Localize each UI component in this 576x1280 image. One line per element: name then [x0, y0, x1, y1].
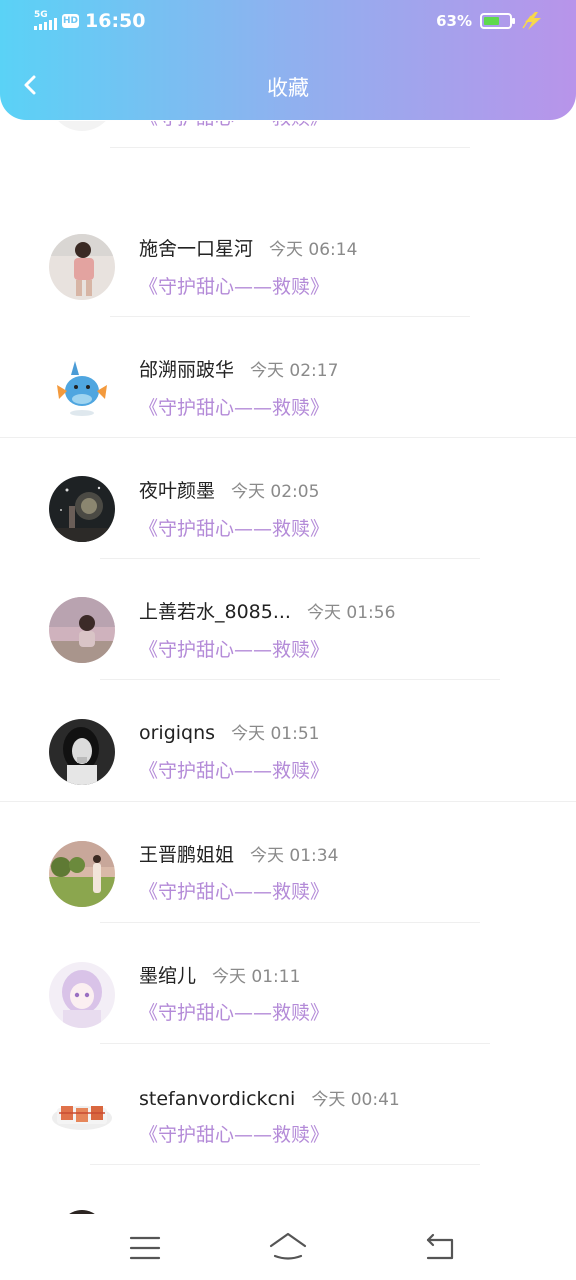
favorites-screen: 5G HD 16:50 63% 收藏 施舍一口星河 今天 06:14 《守护甜心…	[0, 0, 576, 1280]
user-name: 墨绾儿	[139, 965, 197, 987]
bottom-navigation	[0, 1214, 576, 1280]
clock: 16:50	[85, 10, 146, 32]
timestamp: 今天 02:17	[250, 361, 339, 381]
post-link[interactable]: 《守护甜心——救赎》	[139, 393, 329, 420]
avatar	[49, 234, 115, 300]
divider	[0, 801, 576, 802]
avatar	[49, 355, 115, 421]
list-item[interactable]: 夜叶颜墨 今天 02:05 《守护甜心——救赎》	[0, 447, 576, 568]
timestamp: 今天 02:05	[231, 482, 320, 502]
menu-icon	[129, 1236, 161, 1260]
battery-icon	[480, 13, 515, 29]
divider	[0, 437, 576, 438]
list-item[interactable]: 上善若水_8085... 今天 01:56 《守护甜心——救赎》	[0, 568, 576, 689]
user-name: origiqns	[139, 722, 216, 744]
list-item[interactable]: 施舍一口星河 今天 06:14 《守护甜心——救赎》	[0, 205, 576, 326]
avatar	[49, 719, 115, 785]
avatar	[49, 597, 115, 663]
user-name: 王晋鹏姐姐	[139, 844, 235, 866]
divider	[100, 558, 480, 559]
avatar	[49, 121, 115, 131]
back-icon	[426, 1233, 454, 1260]
timestamp: 今天 01:34	[250, 846, 339, 866]
timestamp: 今天 01:51	[231, 724, 320, 744]
post-link[interactable]: 《守护甜心——救赎》	[139, 1120, 329, 1147]
home-icon	[269, 1232, 307, 1260]
post-link[interactable]: 《守护甜心——救赎》	[139, 272, 329, 299]
post-link[interactable]: 《守护甜心——救赎》	[139, 998, 329, 1025]
avatar	[49, 1206, 115, 1214]
signal-icon: 5G	[34, 10, 60, 32]
divider	[100, 679, 500, 680]
timestamp: 今天 06:14	[269, 240, 358, 260]
divider	[90, 1164, 480, 1165]
battery-percent: 63%	[436, 12, 472, 30]
divider	[110, 316, 470, 317]
list-item[interactable]: 王晋鹏姐姐 今天 01:34 《守护甜心——救赎》	[0, 811, 576, 932]
nav-bar: 收藏	[0, 58, 576, 114]
timestamp: 今天 01:56	[306, 603, 396, 623]
avatar	[49, 962, 115, 1028]
header: 5G HD 16:50 63% 收藏	[0, 0, 576, 120]
menu-button[interactable]	[125, 1228, 165, 1264]
divider	[100, 1043, 490, 1044]
list-item[interactable]: stefanvordickcni 今天 00:41 《守护甜心——救赎》	[0, 1053, 576, 1174]
user-name: 上善若水_8085...	[139, 601, 291, 623]
divider	[100, 922, 480, 923]
user-name: 夜叶颜墨	[139, 480, 216, 502]
battery-level	[484, 17, 500, 25]
user-name: 邰溯丽跛华	[139, 359, 235, 381]
timestamp: 今天 00:41	[311, 1090, 400, 1110]
user-name: 施舍一口星河	[139, 238, 254, 260]
back-nav-button[interactable]	[420, 1228, 460, 1264]
user-name: stefanvordickcni	[139, 1088, 296, 1110]
post-link[interactable]: 《守护甜心——救赎》	[139, 877, 329, 904]
post-link[interactable]: 《守护甜心——救赎》	[139, 635, 329, 662]
avatar	[49, 1084, 115, 1150]
post-link[interactable]: 《守护甜心——救赎》	[139, 756, 329, 783]
home-button[interactable]	[268, 1228, 308, 1264]
avatar	[49, 476, 115, 542]
page-title: 收藏	[267, 76, 309, 100]
post-link[interactable]: 《守护甜心——救赎》	[139, 121, 329, 130]
divider	[110, 147, 470, 148]
list-item[interactable]: origiqns 今天 01:51 《守护甜心——救赎》	[0, 689, 576, 810]
list-item[interactable]: 邰溯丽跛华 今天 02:17 《守护甜心——救赎》	[0, 326, 576, 447]
charging-bolt-icon	[522, 12, 541, 30]
avatar	[49, 841, 115, 907]
hd-icon: HD	[62, 14, 79, 28]
favorites-list[interactable]: 《守护甜心——救赎》 施舍一口星河 今天 06:14 《守护甜心——救赎》	[0, 121, 576, 1214]
post-link[interactable]: 《守护甜心——救赎》	[139, 514, 329, 541]
list-item[interactable]: 墨绾儿 今天 01:11 《守护甜心——救赎》	[0, 932, 576, 1053]
timestamp: 今天 01:11	[212, 967, 301, 987]
list-item[interactable]: 《守护甜心——救赎》	[0, 121, 576, 158]
list-item[interactable]	[0, 1174, 576, 1214]
status-bar: 5G HD 16:50 63%	[0, 0, 576, 44]
